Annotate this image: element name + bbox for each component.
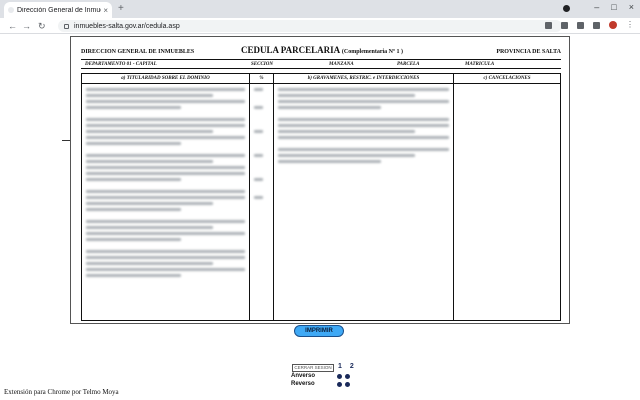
org-name: DIRECCION GENERAL DE INMUEBLES <box>81 49 195 55</box>
footer-credit: Extensión para Chrome por Telmo Moya <box>4 388 119 396</box>
percent-column: % <box>250 74 274 320</box>
back-page-dots <box>337 382 350 387</box>
share-icon[interactable] <box>545 21 552 29</box>
back-label: Reverso <box>291 381 315 387</box>
province-name: PROVINCIA DE SALTA <box>496 49 561 55</box>
document-title-suffix: (Complementaria Nº 1 ) <box>341 49 403 55</box>
lock-icon <box>64 23 69 29</box>
logout-button[interactable]: CERRAR SESION <box>292 364 334 372</box>
profile-avatar[interactable] <box>609 21 617 29</box>
ownership-redacted-text <box>86 88 245 280</box>
cedula-table: a) TITULARIDAD SOBRE EL DOMINIO % b) GRA… <box>81 73 561 321</box>
maximize-icon[interactable]: □ <box>611 2 616 12</box>
close-tab-icon[interactable]: × <box>103 6 108 15</box>
cedula-document: DIRECCION GENERAL DE INMUEBLES CEDULA PA… <box>70 36 570 324</box>
sidepanel-icon[interactable] <box>593 21 600 29</box>
section-label: SECCION <box>251 62 273 67</box>
extensions-icon[interactable] <box>577 21 584 29</box>
menu-icon[interactable]: ⋮ <box>626 21 634 29</box>
front-page-2-dot[interactable] <box>345 374 350 379</box>
reload-icon[interactable]: ↻ <box>38 20 46 32</box>
address-bar[interactable]: inmuebles-salta.gov.ar/cedula.asp <box>58 20 562 32</box>
location-row: DEPARTAMENTO 01 - CAPITAL SECCION MANZAN… <box>81 59 561 69</box>
cancellations-header: c) CANCELACIONES <box>454 74 560 84</box>
url-text: inmuebles-salta.gov.ar/cedula.asp <box>74 22 180 30</box>
liens-redacted-text <box>278 88 449 166</box>
browser-toolbar: ← → ↻ inmuebles-salta.gov.ar/cedula.asp … <box>0 18 640 34</box>
close-window-icon[interactable]: × <box>629 2 634 12</box>
document-header: DIRECCION GENERAL DE INMUEBLES CEDULA PA… <box>81 45 561 57</box>
liens-header: b) GRAVAMENES, RESTRIC. e INTERDICCIONES <box>274 74 453 84</box>
browser-tabbar: Dirección General de Inmuebles × + – □ × <box>0 0 640 18</box>
back-icon[interactable]: ← <box>8 20 17 32</box>
percent-header: % <box>250 74 273 84</box>
front-label: Anverso <box>291 373 316 379</box>
registration-label: MATRICULA <box>465 62 495 67</box>
page-edge-mark <box>62 140 70 141</box>
back-page-1-dot[interactable] <box>337 382 342 387</box>
ownership-column: a) TITULARIDAD SOBRE EL DOMINIO <box>82 74 250 320</box>
block-label: MANZANA <box>329 62 354 67</box>
minimize-icon[interactable]: – <box>594 2 599 12</box>
document-title: CEDULA PARCELARIA (Complementaria Nº 1 ) <box>241 45 403 55</box>
site-favicon-icon <box>8 7 14 13</box>
print-button[interactable]: IMPRIMIR <box>294 325 344 337</box>
front-page-1-dot[interactable] <box>337 374 342 379</box>
parcel-label: PARCELA <box>397 62 420 67</box>
account-circle-icon[interactable] <box>563 5 570 12</box>
browser-tab[interactable]: Dirección General de Inmuebles × <box>4 2 112 18</box>
window-controls: – □ × <box>594 2 634 12</box>
toolbar-icons: ⋮ <box>545 21 634 29</box>
page-numbers: 1 2 <box>338 363 357 370</box>
percent-redacted-text <box>254 88 269 202</box>
liens-column: b) GRAVAMENES, RESTRIC. e INTERDICCIONES <box>274 74 454 320</box>
back-page-2-dot[interactable] <box>345 382 350 387</box>
new-tab-icon[interactable]: + <box>118 3 124 15</box>
ownership-header: a) TITULARIDAD SOBRE EL DOMINIO <box>82 74 249 84</box>
forward-icon[interactable]: → <box>22 20 31 32</box>
bookmark-icon[interactable] <box>561 21 568 29</box>
tab-title: Dirección General de Inmuebles <box>17 6 101 14</box>
front-page-dots <box>337 374 350 379</box>
department-label: DEPARTAMENTO 01 - CAPITAL <box>85 62 157 67</box>
cancellations-column: c) CANCELACIONES <box>454 74 560 320</box>
